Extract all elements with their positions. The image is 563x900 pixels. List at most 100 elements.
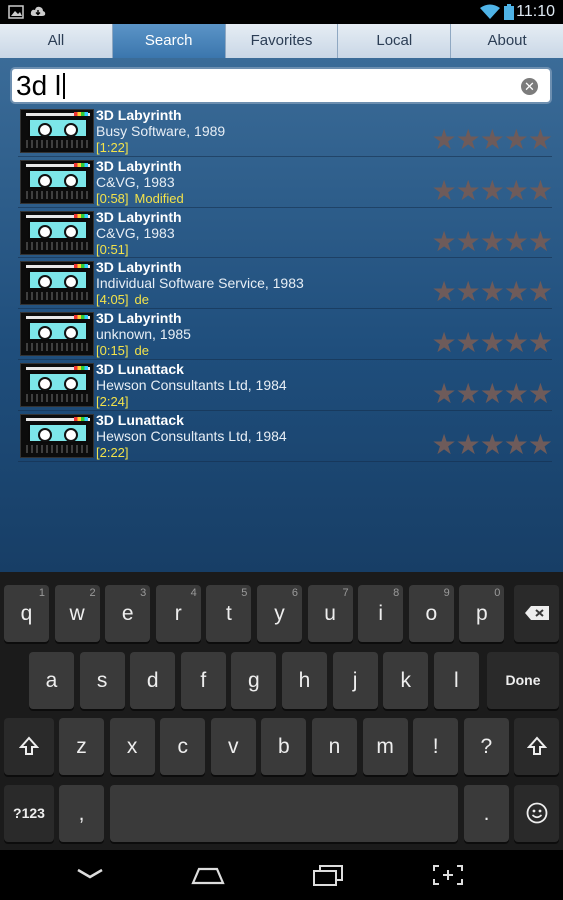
key-l[interactable]: l: [433, 652, 479, 709]
search-query[interactable]: 3d l: [16, 70, 66, 102]
list-item[interactable]: 3D Labyrinth C&VG, 1983 [0:58] Modified ★★★★…: [18, 157, 553, 208]
space-key[interactable]: [110, 785, 458, 842]
result-duration: [4:05]: [96, 292, 129, 308]
recent-apps-icon[interactable]: [312, 864, 344, 886]
cassette-window: [28, 118, 88, 138]
screenshot-icon[interactable]: [432, 864, 464, 886]
tab-about[interactable]: About: [451, 24, 563, 58]
back-icon[interactable]: [75, 864, 105, 884]
key-a[interactable]: a: [29, 652, 74, 709]
rating-stars[interactable]: ★★★★★: [431, 379, 553, 408]
shift-key-right[interactable]: [514, 718, 559, 775]
rating-stars[interactable]: ★★★★★: [431, 126, 553, 154]
shift-key-left[interactable]: [4, 718, 54, 775]
key-s[interactable]: s: [79, 652, 125, 709]
result-text: 3D Labyrinth C&VG, 1983 [0:51]: [96, 209, 182, 258]
rating-stars[interactable]: ★★★★★: [431, 430, 553, 459]
emoji-key[interactable]: [514, 785, 559, 842]
list-item[interactable]: 3D Lunattack Hewson Consultants Ltd, 1984…: [18, 360, 553, 411]
tab-search[interactable]: Search: [112, 24, 226, 58]
cassette-window: [28, 219, 88, 240]
key-u[interactable]: u7: [307, 585, 353, 642]
tab-local[interactable]: Local: [338, 24, 452, 58]
cloud-download-icon: [30, 6, 46, 16]
key-c[interactable]: c: [160, 718, 206, 775]
rating-stars[interactable]: ★★★★★: [431, 329, 553, 357]
result-meta: [0:58] Modified: [96, 191, 184, 207]
key-q[interactable]: q1: [4, 585, 49, 642]
key-label: s: [96, 669, 108, 692]
key-question[interactable]: ?: [463, 718, 509, 775]
key-z[interactable]: z: [59, 718, 104, 775]
key-hint: 7: [342, 587, 349, 599]
key-label: t: [225, 602, 232, 625]
cassette-window: [28, 321, 88, 342]
list-item[interactable]: 3D Labyrinth unknown, 1985 [0:15] de ★★★★★: [18, 309, 553, 360]
rating-stars[interactable]: ★★★★★: [431, 278, 553, 306]
key-i[interactable]: i8: [358, 585, 404, 642]
key-label: k: [400, 669, 411, 692]
key-j[interactable]: j: [332, 652, 378, 709]
rainbow-stripe: [74, 112, 88, 116]
key-label: y: [274, 602, 285, 625]
tab-all[interactable]: All: [0, 24, 113, 58]
key-f[interactable]: f: [180, 652, 226, 709]
search-input[interactable]: 3d l ✕: [10, 67, 552, 104]
key-t[interactable]: t5: [206, 585, 252, 642]
key-y[interactable]: y6: [257, 585, 302, 642]
cassette-window: [28, 371, 88, 392]
key-hint: 1: [38, 587, 45, 599]
rating-stars[interactable]: ★★★★★: [431, 227, 553, 256]
result-text: 3D Lunattack Hewson Consultants Ltd, 1984…: [96, 412, 287, 461]
key-g[interactable]: g: [231, 652, 277, 709]
tab-favorites[interactable]: Favorites: [225, 24, 339, 58]
rating-stars[interactable]: ★★★★★: [431, 176, 553, 205]
symbols-key[interactable]: ?123: [4, 785, 54, 842]
result-title: 3D Labyrinth: [96, 107, 182, 123]
app-content: All Search Favorites Local About 3d l ✕ …: [0, 24, 563, 572]
key-h[interactable]: h: [282, 652, 327, 709]
key-n[interactable]: n: [312, 718, 357, 775]
clear-search-icon[interactable]: ✕: [521, 78, 538, 95]
result-meta: [1:22]: [96, 140, 225, 156]
backspace-key[interactable]: [514, 585, 559, 642]
key-hint: 3: [140, 587, 147, 599]
key-e[interactable]: e3: [105, 585, 151, 642]
key-x[interactable]: x: [109, 718, 155, 775]
shift-icon: [18, 736, 40, 755]
key-w[interactable]: w2: [54, 585, 100, 642]
home-icon[interactable]: [191, 864, 225, 886]
key-d[interactable]: d: [130, 652, 176, 709]
key-exclaim[interactable]: !: [413, 718, 459, 775]
list-item[interactable]: 3D Labyrinth Individual Software Service,…: [18, 258, 553, 310]
key-label: h: [298, 669, 311, 692]
key-r[interactable]: r4: [155, 585, 201, 642]
result-list[interactable]: 3D Labyrinth Busy Software, 1989 [1:22] ★★★…: [18, 106, 553, 462]
search-query-text: 3d l: [16, 70, 62, 101]
key-label: n: [328, 735, 341, 758]
key-k[interactable]: k: [383, 652, 429, 709]
done-key[interactable]: Done: [487, 652, 559, 709]
comma-key[interactable]: ,: [59, 785, 104, 842]
result-text: 3D Labyrinth C&VG, 1983 [0:58] Modified: [96, 158, 184, 207]
key-b[interactable]: b: [261, 718, 307, 775]
result-meta: [4:05] de: [96, 292, 304, 308]
cassette-thumbnail: [20, 159, 94, 204]
key-m[interactable]: m: [362, 718, 408, 775]
key-v[interactable]: v: [210, 718, 256, 775]
smiley-icon: [526, 802, 547, 824]
result-tag: Modified: [134, 190, 184, 206]
key-o[interactable]: o9: [408, 585, 454, 642]
result-duration: [2:22]: [96, 444, 129, 460]
soft-keyboard: Done ?123 , . q1w2e3r4t5y6u7i8o9p0asdfgh…: [0, 572, 563, 850]
period-key[interactable]: .: [464, 785, 509, 842]
result-title: 3D Lunattack: [96, 411, 184, 428]
result-title: 3D Labyrinth: [96, 310, 182, 327]
list-item[interactable]: 3D Labyrinth Busy Software, 1989 [1:22] ★★★…: [18, 106, 553, 157]
list-item[interactable]: 3D Labyrinth C&VG, 1983 [0:51] ★★★★★: [18, 208, 553, 259]
result-title: 3D Labyrinth: [96, 259, 182, 276]
status-bar: 11:10: [0, 0, 563, 24]
list-item[interactable]: 3D Lunattack Hewson Consultants Ltd, 1984…: [18, 411, 553, 462]
key-p[interactable]: p0: [459, 585, 505, 642]
key-label: e: [121, 602, 134, 625]
